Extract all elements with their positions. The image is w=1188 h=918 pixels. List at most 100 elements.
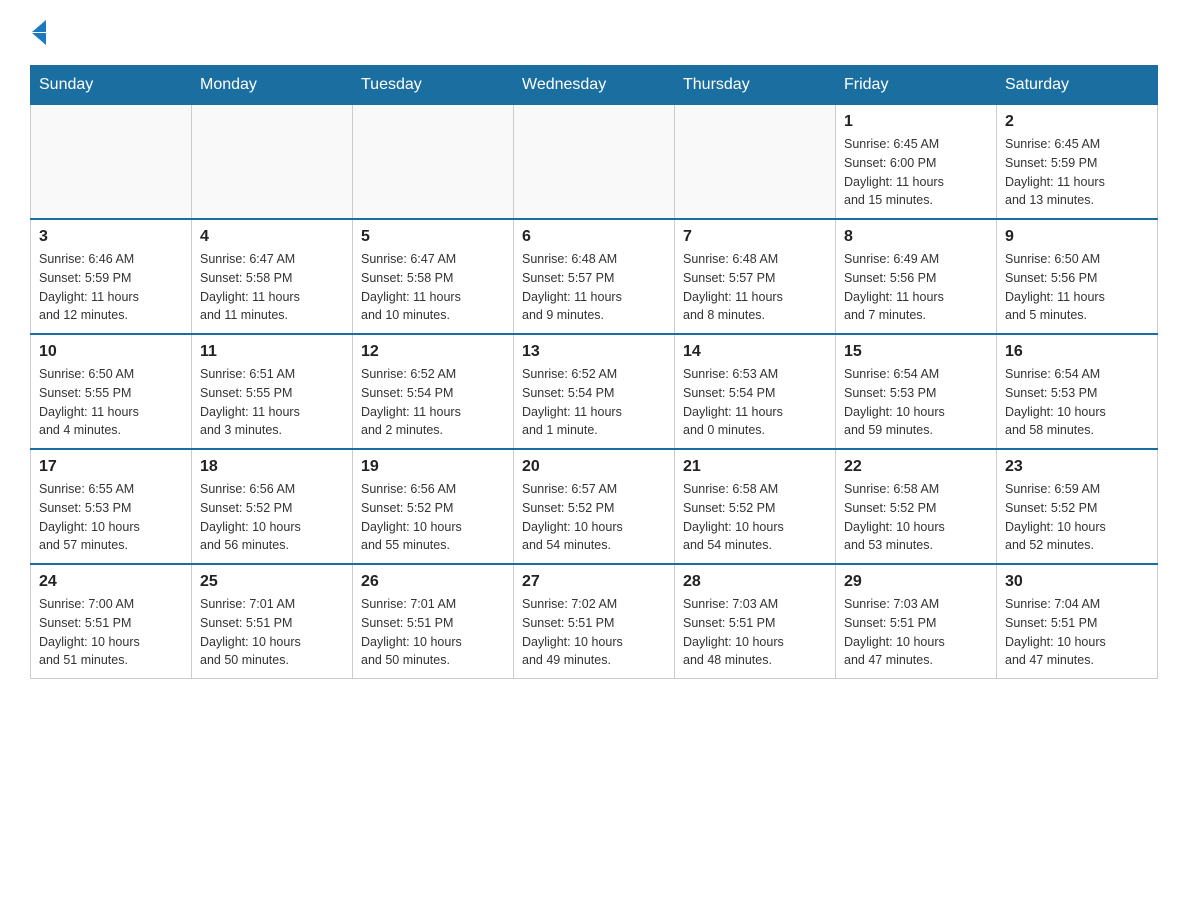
calendar-cell — [31, 105, 192, 220]
day-info: Sunrise: 6:52 AM Sunset: 5:54 PM Dayligh… — [361, 365, 505, 440]
calendar-cell: 3 Sunrise: 6:46 AM Sunset: 5:59 PM Daylig… — [31, 219, 192, 334]
day-number: 13 — [522, 343, 666, 361]
day-info: Sunrise: 6:50 AM Sunset: 5:55 PM Dayligh… — [39, 365, 183, 440]
calendar-cell: 20 Sunrise: 6:57 AM Sunset: 5:52 PM Dayli… — [514, 449, 675, 564]
day-number: 16 — [1005, 343, 1149, 361]
calendar-cell — [514, 105, 675, 220]
calendar-cell: 13 Sunrise: 6:52 AM Sunset: 5:54 PM Dayli… — [514, 334, 675, 449]
day-info: Sunrise: 6:58 AM Sunset: 5:52 PM Dayligh… — [844, 480, 988, 555]
day-number: 30 — [1005, 573, 1149, 591]
day-info: Sunrise: 6:45 AM Sunset: 6:00 PM Dayligh… — [844, 135, 988, 210]
week-row-3: 10 Sunrise: 6:50 AM Sunset: 5:55 PM Dayli… — [31, 334, 1158, 449]
day-number: 11 — [200, 343, 344, 361]
day-info: Sunrise: 6:55 AM Sunset: 5:53 PM Dayligh… — [39, 480, 183, 555]
calendar-cell: 26 Sunrise: 7:01 AM Sunset: 5:51 PM Dayli… — [353, 564, 514, 679]
calendar-cell — [192, 105, 353, 220]
weekday-header-monday: Monday — [192, 66, 353, 105]
day-info: Sunrise: 7:03 AM Sunset: 5:51 PM Dayligh… — [683, 595, 827, 670]
calendar-cell: 23 Sunrise: 6:59 AM Sunset: 5:52 PM Dayli… — [997, 449, 1158, 564]
day-number: 8 — [844, 228, 988, 246]
day-info: Sunrise: 6:45 AM Sunset: 5:59 PM Dayligh… — [1005, 135, 1149, 210]
day-number: 2 — [1005, 113, 1149, 131]
day-number: 29 — [844, 573, 988, 591]
calendar-cell: 21 Sunrise: 6:58 AM Sunset: 5:52 PM Dayli… — [675, 449, 836, 564]
calendar-cell: 14 Sunrise: 6:53 AM Sunset: 5:54 PM Dayli… — [675, 334, 836, 449]
day-number: 27 — [522, 573, 666, 591]
day-number: 23 — [1005, 458, 1149, 476]
day-info: Sunrise: 6:58 AM Sunset: 5:52 PM Dayligh… — [683, 480, 827, 555]
calendar-cell: 28 Sunrise: 7:03 AM Sunset: 5:51 PM Dayli… — [675, 564, 836, 679]
calendar-cell: 25 Sunrise: 7:01 AM Sunset: 5:51 PM Dayli… — [192, 564, 353, 679]
day-info: Sunrise: 7:01 AM Sunset: 5:51 PM Dayligh… — [361, 595, 505, 670]
day-info: Sunrise: 6:46 AM Sunset: 5:59 PM Dayligh… — [39, 250, 183, 325]
calendar-cell: 30 Sunrise: 7:04 AM Sunset: 5:51 PM Dayli… — [997, 564, 1158, 679]
day-number: 1 — [844, 113, 988, 131]
day-number: 19 — [361, 458, 505, 476]
calendar-cell: 12 Sunrise: 6:52 AM Sunset: 5:54 PM Dayli… — [353, 334, 514, 449]
day-info: Sunrise: 7:04 AM Sunset: 5:51 PM Dayligh… — [1005, 595, 1149, 670]
weekday-header-tuesday: Tuesday — [353, 66, 514, 105]
day-info: Sunrise: 6:56 AM Sunset: 5:52 PM Dayligh… — [361, 480, 505, 555]
week-row-5: 24 Sunrise: 7:00 AM Sunset: 5:51 PM Dayli… — [31, 564, 1158, 679]
day-info: Sunrise: 6:54 AM Sunset: 5:53 PM Dayligh… — [1005, 365, 1149, 440]
day-number: 21 — [683, 458, 827, 476]
week-row-4: 17 Sunrise: 6:55 AM Sunset: 5:53 PM Dayli… — [31, 449, 1158, 564]
calendar-cell: 6Sunrise: 6:48 AM Sunset: 5:57 PM Daylig… — [514, 219, 675, 334]
day-number: 14 — [683, 343, 827, 361]
calendar-cell — [675, 105, 836, 220]
day-info: Sunrise: 7:00 AM Sunset: 5:51 PM Dayligh… — [39, 595, 183, 670]
calendar-cell: 22 Sunrise: 6:58 AM Sunset: 5:52 PM Dayli… — [836, 449, 997, 564]
day-info: Sunrise: 6:50 AM Sunset: 5:56 PM Dayligh… — [1005, 250, 1149, 325]
calendar-cell — [353, 105, 514, 220]
weekday-header-friday: Friday — [836, 66, 997, 105]
calendar-cell: 16 Sunrise: 6:54 AM Sunset: 5:53 PM Dayli… — [997, 334, 1158, 449]
day-number: 7 — [683, 228, 827, 246]
day-number: 12 — [361, 343, 505, 361]
day-info: Sunrise: 6:53 AM Sunset: 5:54 PM Dayligh… — [683, 365, 827, 440]
calendar-cell: 1 Sunrise: 6:45 AM Sunset: 6:00 PM Daylig… — [836, 105, 997, 220]
day-info: Sunrise: 7:03 AM Sunset: 5:51 PM Dayligh… — [844, 595, 988, 670]
day-info: Sunrise: 6:54 AM Sunset: 5:53 PM Dayligh… — [844, 365, 988, 440]
calendar-cell: 4 Sunrise: 6:47 AM Sunset: 5:58 PM Daylig… — [192, 219, 353, 334]
day-number: 25 — [200, 573, 344, 591]
day-info: Sunrise: 6:59 AM Sunset: 5:52 PM Dayligh… — [1005, 480, 1149, 555]
calendar-cell: 29 Sunrise: 7:03 AM Sunset: 5:51 PM Dayli… — [836, 564, 997, 679]
day-info: Sunrise: 6:48 AM Sunset: 5:57 PM Dayligh… — [522, 250, 666, 325]
day-number: 28 — [683, 573, 827, 591]
day-info: Sunrise: 6:57 AM Sunset: 5:52 PM Dayligh… — [522, 480, 666, 555]
day-number: 26 — [361, 573, 505, 591]
calendar-cell: 15 Sunrise: 6:54 AM Sunset: 5:53 PM Dayli… — [836, 334, 997, 449]
day-number: 9 — [1005, 228, 1149, 246]
calendar-cell: 27 Sunrise: 7:02 AM Sunset: 5:51 PM Dayli… — [514, 564, 675, 679]
weekday-header-thursday: Thursday — [675, 66, 836, 105]
calendar-cell: 11 Sunrise: 6:51 AM Sunset: 5:55 PM Dayli… — [192, 334, 353, 449]
day-number: 15 — [844, 343, 988, 361]
week-row-2: 3 Sunrise: 6:46 AM Sunset: 5:59 PM Daylig… — [31, 219, 1158, 334]
day-number: 22 — [844, 458, 988, 476]
day-info: Sunrise: 6:49 AM Sunset: 5:56 PM Dayligh… — [844, 250, 988, 325]
calendar-cell: 17 Sunrise: 6:55 AM Sunset: 5:53 PM Dayli… — [31, 449, 192, 564]
day-info: Sunrise: 6:47 AM Sunset: 5:58 PM Dayligh… — [200, 250, 344, 325]
calendar-cell: 2 Sunrise: 6:45 AM Sunset: 5:59 PM Daylig… — [997, 105, 1158, 220]
day-info: Sunrise: 6:51 AM Sunset: 5:55 PM Dayligh… — [200, 365, 344, 440]
day-number: 18 — [200, 458, 344, 476]
day-number: 4 — [200, 228, 344, 246]
day-info: Sunrise: 7:01 AM Sunset: 5:51 PM Dayligh… — [200, 595, 344, 670]
day-number: 17 — [39, 458, 183, 476]
day-number: 24 — [39, 573, 183, 591]
day-info: Sunrise: 7:02 AM Sunset: 5:51 PM Dayligh… — [522, 595, 666, 670]
day-number: 20 — [522, 458, 666, 476]
weekday-header-sunday: Sunday — [31, 66, 192, 105]
header — [30, 20, 1158, 45]
day-info: Sunrise: 6:52 AM Sunset: 5:54 PM Dayligh… — [522, 365, 666, 440]
weekday-header-saturday: Saturday — [997, 66, 1158, 105]
day-info: Sunrise: 6:47 AM Sunset: 5:58 PM Dayligh… — [361, 250, 505, 325]
day-number: 10 — [39, 343, 183, 361]
logo — [30, 20, 46, 45]
calendar-table: SundayMondayTuesdayWednesdayThursdayFrid… — [30, 65, 1158, 679]
day-number: 3 — [39, 228, 183, 246]
day-number: 5 — [361, 228, 505, 246]
calendar-cell: 19 Sunrise: 6:56 AM Sunset: 5:52 PM Dayli… — [353, 449, 514, 564]
calendar-cell: 9 Sunrise: 6:50 AM Sunset: 5:56 PM Daylig… — [997, 219, 1158, 334]
calendar-cell: 24 Sunrise: 7:00 AM Sunset: 5:51 PM Dayli… — [31, 564, 192, 679]
